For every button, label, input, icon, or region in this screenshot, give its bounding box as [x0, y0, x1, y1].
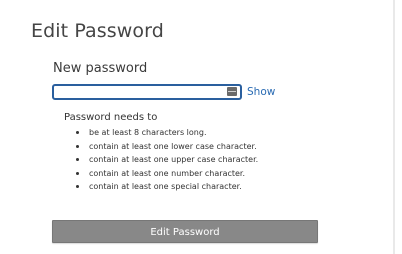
new-password-field[interactable] — [52, 84, 242, 100]
password-manager-key-icon[interactable] — [227, 87, 237, 96]
requirement-item: contain at least one upper case characte… — [64, 153, 364, 167]
requirement-item: be at least 8 characters long. — [64, 126, 364, 140]
page-title: Edit Password — [31, 20, 164, 42]
requirement-item: contain at least one lower case characte… — [64, 140, 364, 154]
password-requirements: Password needs to be at least 8 characte… — [64, 112, 364, 194]
new-password-label: New password — [53, 61, 148, 76]
requirements-title: Password needs to — [64, 112, 158, 123]
edit-password-button[interactable]: Edit Password — [52, 220, 318, 243]
requirements-list: be at least 8 characters long. contain a… — [64, 126, 364, 194]
edit-password-panel: Edit Password New password Show Password… — [0, 0, 393, 254]
requirement-item: contain at least one number character. — [64, 167, 364, 181]
page-divider — [393, 0, 395, 254]
show-password-link[interactable]: Show — [247, 86, 275, 98]
new-password-input[interactable] — [54, 86, 232, 98]
requirement-item: contain at least one special character. — [64, 180, 364, 194]
